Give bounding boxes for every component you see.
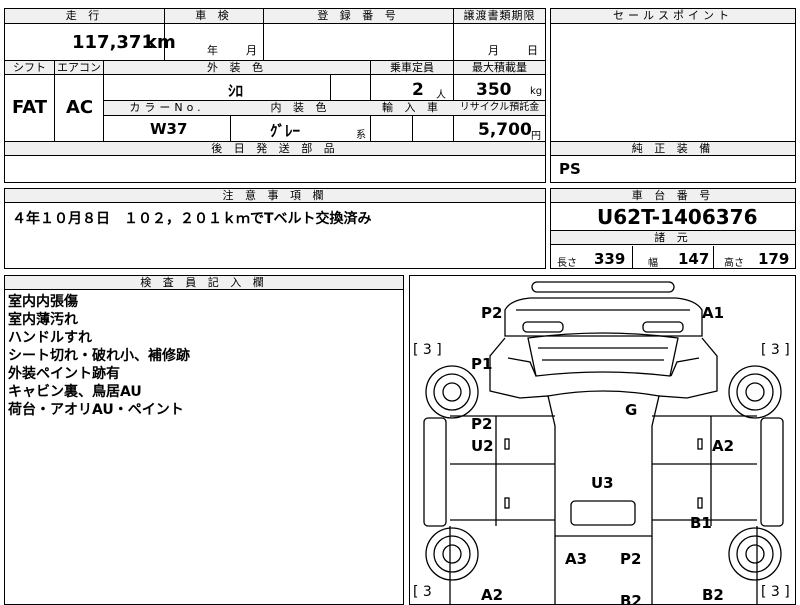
genuine-equipment-label: 純 正 装 備 xyxy=(551,142,795,156)
color-no-value: W37 xyxy=(150,120,188,138)
vehicle-diagram xyxy=(423,281,784,604)
mark-p2-left: P2 xyxy=(471,415,493,433)
specs-label: 諸 元 xyxy=(551,231,795,245)
capacity-label: 乗車定員 xyxy=(371,61,453,75)
interior-color-label: 内 装 色 xyxy=(231,101,370,116)
mileage-label: 走 行 xyxy=(5,9,164,24)
max-load-value: 350 xyxy=(476,80,512,100)
transfer-day: 日 xyxy=(527,44,538,57)
mark-p2-top: P2 xyxy=(481,304,503,322)
exterior-color-label: 外 装 色 xyxy=(104,61,370,75)
interior-color-suffix: 系 xyxy=(356,130,366,141)
inspection-label: 車 検 xyxy=(165,9,263,24)
mark-a2-bottom: A2 xyxy=(481,586,504,604)
mark-a2-right: A2 xyxy=(712,437,735,455)
width-label: 幅 xyxy=(648,258,658,269)
mark-b1: B1 xyxy=(690,514,712,532)
inspector-notes-list: 室内内張傷 室内薄汚れ ハンドルすれ シート切れ・破れ小、補修跡 外装ペイント跡… xyxy=(8,293,190,419)
notes-text: ４年１０月８日 １０２，２０１ｋｍでTベルト交換済み xyxy=(12,211,372,227)
list-item: 荷台・アオリAU・ペイント xyxy=(8,402,184,418)
list-item: シート切れ・破れ小、補修跡 xyxy=(8,348,190,364)
inspection-year: 年 xyxy=(207,44,218,57)
inspection-month: 月 xyxy=(246,44,257,57)
chassis-no-value: U62T-1406376 xyxy=(597,205,758,229)
inspector-notes-label: 検 査 員 記 入 欄 xyxy=(5,276,403,290)
mileage-unit: km xyxy=(145,32,176,53)
aircon-value: AC xyxy=(66,97,94,118)
transfer-deadline-label: 譲渡書類期限 xyxy=(454,9,545,24)
capacity-unit: 人 xyxy=(436,90,446,101)
mark-u3: U3 xyxy=(591,474,614,492)
mark-g: G xyxy=(625,401,638,419)
mileage-value: 117,371 xyxy=(72,32,154,53)
color-no-label: カラーNo. xyxy=(104,101,230,116)
aircon-label: エアコン xyxy=(55,61,103,75)
sales-point-label: セールスポイント xyxy=(551,9,795,24)
shift-label: シフト xyxy=(5,61,54,75)
length-label: 長さ xyxy=(557,258,577,269)
sales-point-box xyxy=(550,8,796,183)
recycle-fee-value: 5,700 xyxy=(478,120,532,140)
chassis-no-label: 車 台 番 号 xyxy=(551,189,795,203)
mark-p1: P1 xyxy=(471,355,493,373)
shift-value: FAT xyxy=(12,97,48,118)
recycle-fee-unit: 円 xyxy=(531,131,541,142)
list-item: ハンドルすれ xyxy=(8,330,92,346)
later-parts-label: 後 日 発 送 部 品 xyxy=(5,142,545,156)
vehicle-diagram-box: P2 A1 P1 G P2 U2 A2 U3 B1 A3 P2 A2 B2 B2… xyxy=(409,275,796,605)
exterior-color-value: ｼﾛ xyxy=(228,82,244,100)
genuine-equipment-value: PS xyxy=(559,160,581,178)
length-value: 339 xyxy=(594,250,626,268)
mark-u2: U2 xyxy=(471,437,494,455)
notes-label: 注 意 事 項 欄 xyxy=(5,189,545,203)
mark-a1: A1 xyxy=(702,304,725,322)
tire-front-right-rating: [ 3 ] xyxy=(761,342,790,358)
max-load-label: 最大積載量 xyxy=(454,61,545,75)
height-label: 高さ xyxy=(724,258,744,269)
list-item: 室内薄汚れ xyxy=(8,312,78,328)
tire-front-left-rating: [ 3 ] xyxy=(413,342,442,358)
tire-rear-left-rating: [ 3 xyxy=(413,584,432,600)
tire-rear-right-rating: [ 3 ] xyxy=(761,584,790,600)
mark-p2-bottom: P2 xyxy=(620,550,642,568)
mark-a3: A3 xyxy=(565,550,588,568)
mark-b2-right: B2 xyxy=(702,586,724,604)
list-item: 室内内張傷 xyxy=(8,294,78,310)
height-value: 179 xyxy=(758,250,790,268)
list-item: キャビン裏、鳥居AU xyxy=(8,384,142,400)
max-load-unit: kg xyxy=(530,86,543,97)
recycle-fee-label: リサイクル預託金 xyxy=(454,101,545,116)
width-value: 147 xyxy=(678,250,710,268)
capacity-value: 2 xyxy=(412,80,424,100)
registration-label: 登 録 番 号 xyxy=(264,9,453,24)
import-label: 輸 入 車 xyxy=(371,101,453,116)
list-item: 外装ペイント跡有 xyxy=(8,366,120,382)
interior-color-value: ｸﾞﾚｰ xyxy=(270,122,301,140)
transfer-month: 月 xyxy=(488,44,499,57)
mark-b2-bottom: B2 xyxy=(620,592,642,605)
